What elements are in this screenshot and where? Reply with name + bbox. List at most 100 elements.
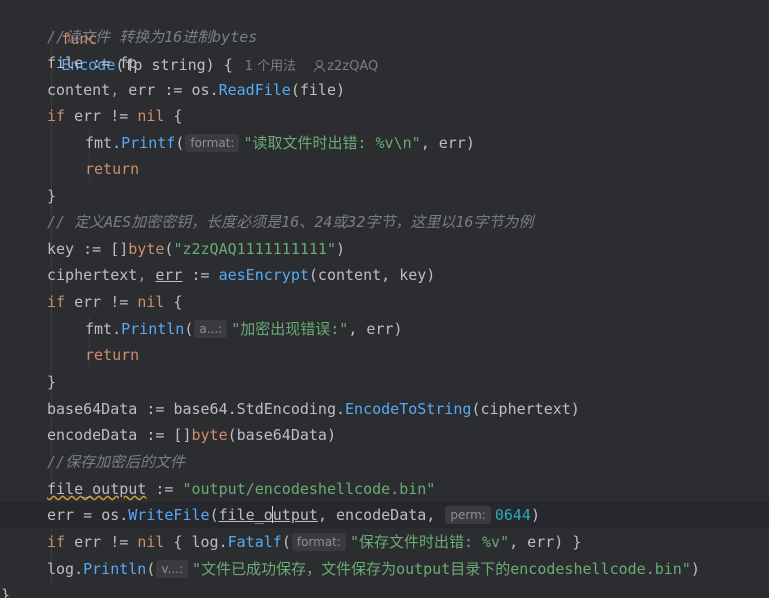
- function-call[interactable]: WriteFile: [128, 506, 209, 524]
- code-line-20-current[interactable]: err = os.WriteFile(file_output, encodeDa…: [0, 502, 769, 528]
- code-line-14[interactable]: return: [0, 342, 769, 368]
- parameter-hint: perm:: [445, 506, 491, 524]
- code-line-13[interactable]: fmt.Println(a...: "加密出现错误:", err): [0, 316, 769, 342]
- closing-brace: }: [1, 586, 11, 598]
- code-line-23[interactable]: }: [0, 582, 769, 598]
- function-call[interactable]: aesEncrypt: [219, 266, 309, 284]
- punct: .: [218, 533, 228, 551]
- operator: =: [74, 506, 102, 524]
- nil-keyword: nil: [137, 293, 165, 311]
- code-line-8[interactable]: }: [0, 183, 769, 209]
- code-line-1[interactable]: func Encode(fp string) {1 个用法 z2zQAQ: [0, 0, 769, 74]
- code-line-6[interactable]: fmt.Printf(format: "读取文件时出错: %v\n", err): [0, 130, 769, 156]
- code-line-10[interactable]: key := []byte("z2zQAQ1111111111"): [0, 236, 769, 262]
- code-line-4[interactable]: content, err := os.ReadFile(file): [0, 77, 769, 103]
- operator: :=: [182, 266, 219, 284]
- punct: (: [146, 560, 156, 578]
- code-line-3[interactable]: file := fp: [0, 50, 769, 76]
- identifier-highlighted: file_o: [218, 506, 273, 524]
- arguments: , err): [420, 134, 475, 152]
- arguments: (file): [290, 81, 346, 99]
- parameter-hint: v...:: [156, 560, 189, 578]
- closing-brace: }: [47, 373, 57, 391]
- identifier: err: [47, 506, 75, 524]
- package-name: log: [47, 560, 75, 578]
- string-literal: "读取文件时出错: %v\n": [243, 134, 421, 152]
- arguments: , err): [348, 320, 403, 338]
- code-line-5[interactable]: if err != nil {: [0, 103, 769, 129]
- package-name: fmt: [85, 320, 113, 338]
- code-line-9[interactable]: // 定义AES加密密钥，长度必须是16、24或32字节，这里以16字节为例: [0, 209, 769, 235]
- folded-brace-open[interactable]: {: [164, 533, 191, 551]
- punct: .: [336, 400, 346, 418]
- string-literal: "加密出现错误:": [231, 320, 349, 338]
- punct: (: [184, 320, 194, 338]
- if-keyword: if: [47, 107, 66, 125]
- code-line-18[interactable]: //保存加密后的文件: [0, 449, 769, 475]
- punct: {: [164, 107, 183, 125]
- code-line-16[interactable]: base64Data := base64.StdEncoding.EncodeT…: [0, 396, 769, 422]
- string-literal: "保存文件时出错: %v": [349, 533, 510, 551]
- function-call[interactable]: Println: [121, 320, 184, 338]
- type-name: byte: [191, 426, 228, 444]
- punct: .: [112, 320, 122, 338]
- package-name: os: [101, 506, 120, 524]
- punct: .: [112, 134, 122, 152]
- identifier: base64Data: [47, 400, 138, 418]
- code-line-12[interactable]: if err != nil {: [0, 289, 769, 315]
- arguments: (ciphertext): [471, 400, 580, 418]
- package-name: base64: [173, 400, 228, 418]
- function-call[interactable]: Printf: [121, 134, 175, 152]
- identifier-highlighted: utput: [272, 506, 318, 524]
- type-name: byte: [128, 240, 165, 258]
- code-editor[interactable]: func Encode(fp string) {1 个用法 z2zQAQ //读文…: [0, 0, 769, 598]
- parameter-hint: a...:: [194, 320, 228, 338]
- package-name: fmt: [85, 134, 113, 152]
- code-line-22[interactable]: log.Println(v...: "文件已成功保存，文件保存为output目录下…: [0, 556, 769, 582]
- function-call[interactable]: ReadFile: [219, 81, 291, 99]
- identifier: content: [47, 81, 111, 99]
- identifier: file: [47, 54, 84, 72]
- function-call[interactable]: Fatalf: [228, 533, 282, 551]
- parameter-hint: format:: [185, 134, 240, 152]
- code-line-15[interactable]: }: [0, 369, 769, 395]
- punct: (: [281, 533, 291, 551]
- code-line-2[interactable]: //读文件 转换为16进制bytes: [0, 24, 769, 50]
- arguments: , err): [509, 533, 564, 551]
- folded-brace-close[interactable]: }: [563, 533, 581, 551]
- punct: ): [336, 240, 346, 258]
- string-literal: "文件已成功保存，文件保存为output目录下的encodeshellcode.…: [192, 560, 691, 578]
- identifier: fp: [119, 54, 138, 72]
- code-line-17[interactable]: encodeData := []byte(base64Data): [0, 422, 769, 448]
- nil-keyword: nil: [137, 107, 165, 125]
- package-name: log: [191, 533, 219, 551]
- punct: (: [175, 134, 185, 152]
- condition: err !=: [65, 293, 138, 311]
- nil-keyword: nil: [137, 533, 165, 551]
- arguments: (content, key): [308, 266, 436, 284]
- punct: ,: [137, 266, 156, 284]
- punct: ,: [110, 81, 129, 99]
- package-name: os: [191, 81, 210, 99]
- number-literal: 0644: [494, 506, 531, 524]
- punct: .: [74, 560, 84, 578]
- function-call[interactable]: EncodeToString: [345, 400, 471, 418]
- punct: ): [690, 560, 700, 578]
- arguments: , encodeData,: [317, 506, 445, 524]
- operator: :=: [146, 480, 183, 498]
- code-line-11[interactable]: ciphertext, err := aesEncrypt(content, k…: [0, 262, 769, 288]
- closing-brace: }: [47, 187, 57, 205]
- if-keyword: if: [47, 293, 66, 311]
- punct: .: [209, 81, 219, 99]
- identifier-highlighted: file_output: [47, 480, 147, 498]
- code-line-7[interactable]: return: [0, 156, 769, 182]
- code-line-19[interactable]: file_output := "output/encodeshellcode.b…: [0, 476, 769, 502]
- function-call[interactable]: Println: [83, 560, 146, 578]
- comment: // 定义AES加密密钥，长度必须是16、24或32字节，这里以16字节为例: [47, 213, 534, 231]
- identifier-err-reassigned: err: [155, 266, 183, 284]
- field-name: StdEncoding: [236, 400, 336, 418]
- identifier: ciphertext: [47, 266, 138, 284]
- operator: := []: [137, 426, 192, 444]
- code-line-21[interactable]: if err != nil { log.Fatalf(format: "保存文件时…: [0, 529, 769, 555]
- parameter-hint: format:: [291, 533, 346, 551]
